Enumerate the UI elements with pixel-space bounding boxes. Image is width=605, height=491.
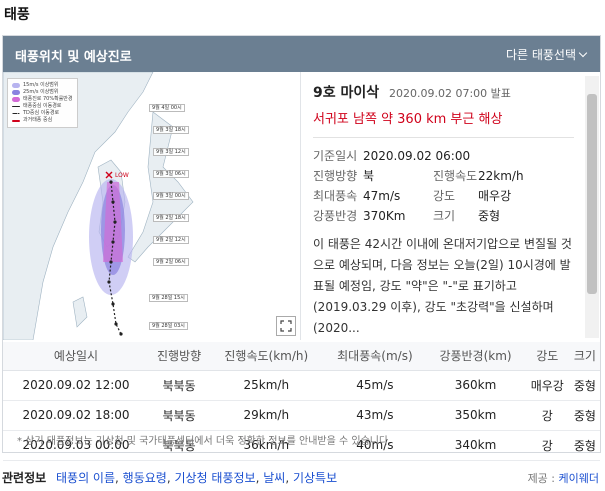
info-row-wind: 최대풍속 47m/s 강도 매우강 xyxy=(313,189,512,203)
expand-icon xyxy=(280,320,292,332)
table-cell: 2020.09.02 18:00 xyxy=(3,400,149,431)
column-header: 예상일시 xyxy=(3,342,149,371)
other-typhoon-select-label: 다른 태풍선택 xyxy=(505,48,576,62)
info-row-radius: 강풍반경 370Km 크기 중형 xyxy=(313,209,501,223)
table-cell: 중형 xyxy=(569,370,600,401)
related-label: 관련정보 xyxy=(2,471,47,485)
related-link-action-guide[interactable]: 행동요령 xyxy=(123,471,167,485)
table-cell: 350km xyxy=(426,400,525,431)
table-row: 2020.09.02 12:00 북북동 25km/h 45m/s 360km … xyxy=(3,370,600,401)
low-label: LOW xyxy=(115,172,129,179)
typhoon-map[interactable]: LOW 15m/s 이상범위 25m/s 이상범위 태풍진로 70%확률반경 태… xyxy=(3,72,301,340)
map-label: 9월 2일 18시 xyxy=(153,214,189,222)
column-header: 진행속도(km/h) xyxy=(209,342,324,371)
scrollbar-thumb[interactable] xyxy=(587,94,597,294)
related-link-kma-typhoon[interactable]: 기상청 태풍정보 xyxy=(174,471,255,485)
storm-name: 9호 마이삭 xyxy=(313,85,380,101)
column-header: 강도 xyxy=(524,342,570,371)
storm-location: 서귀포 남쪽 약 360 km 부근 해상 xyxy=(313,112,503,127)
table-cell: 2020.09.02 12:00 xyxy=(3,370,149,401)
related-info: 관련정보 태풍의 이름, 행동요령, 기상청 태풍정보, 날씨, 기상특보 xyxy=(2,471,338,485)
source-link[interactable]: 케이웨더 xyxy=(559,472,599,485)
map-label: 9월 28일 03시 xyxy=(149,322,188,330)
map-label: 9월 3일 12시 xyxy=(153,148,189,156)
table-cell: 북북동 xyxy=(148,370,210,401)
legend-item: 태풍중심 이동경로 xyxy=(12,103,73,110)
page-title: 태풍 xyxy=(4,7,30,23)
legend-item: TD중심 이동경로 xyxy=(12,110,73,117)
legend-item: 15m/s 이상범위 xyxy=(12,82,73,89)
storm-info: 9호 마이삭 2020.09.02 07:00 발표 서귀포 남쪽 약 360 … xyxy=(303,72,584,340)
related-link-typhoon-names[interactable]: 태풍의 이름 xyxy=(56,471,115,485)
map-legend: 15m/s 이상범위 25m/s 이상범위 태풍진로 70%확률반경 태풍중심 … xyxy=(7,78,78,128)
table-cell: 45m/s xyxy=(323,370,427,401)
info-row-direction: 진행방향 북 진행속도 22km/h xyxy=(313,169,524,183)
related-link-warnings[interactable]: 기상특보 xyxy=(293,471,337,485)
table-cell: 중형 xyxy=(569,400,600,431)
typhoon-card: 태풍위치 및 예상진로 다른 태풍선택 LOW 15m/s 이상범위 25m/s… xyxy=(2,35,601,461)
table-cell: 매우강 xyxy=(524,370,570,401)
chevron-down-icon xyxy=(578,48,588,58)
legend-item: 과거태풍 중심 xyxy=(12,117,73,124)
source-credit: 제공 : 케이웨더 xyxy=(528,470,599,486)
card-title: 태풍위치 및 예상진로 xyxy=(15,50,132,65)
map-label: 9월 3일 00시 xyxy=(153,192,189,200)
table-cell: 360km xyxy=(426,370,525,401)
table-cell: 중형 xyxy=(569,430,600,461)
expand-map-button[interactable] xyxy=(276,316,296,336)
map-label: 9월 28일 15시 xyxy=(149,294,188,302)
footnote: * 상기 태풍정보는 기상청 및 국가태풍센터에서 더욱 정확한 정보를 안내받… xyxy=(17,436,392,447)
column-header: 진행방향 xyxy=(148,342,210,371)
column-header: 크기 xyxy=(569,342,600,371)
map-label: 9월 3일 06시 xyxy=(153,170,189,178)
table-cell: 강 xyxy=(524,430,570,461)
table-row: 2020.09.02 18:00 북북동 29km/h 43m/s 350km … xyxy=(3,400,600,431)
storm-issued-time: 2020.09.02 07:00 발표 xyxy=(388,87,511,100)
related-link-weather[interactable]: 날씨 xyxy=(263,471,285,485)
card-header: 태풍위치 및 예상진로 다른 태풍선택 xyxy=(3,36,600,72)
column-header: 최대풍속(m/s) xyxy=(323,342,427,371)
info-row-base-time: 기준일시 2020.09.02 06:00 xyxy=(313,149,471,163)
table-cell: 25km/h xyxy=(209,370,324,401)
legend-item: 25m/s 이상범위 xyxy=(12,89,73,96)
map-label: 9월 3일 18시 xyxy=(153,126,189,134)
land-taiwan xyxy=(72,296,88,328)
table-header-row: 예상일시 진행방향 진행속도(km/h) 최대풍속(m/s) 강풍반경(km) … xyxy=(3,342,600,371)
storm-description: 이 태풍은 42시간 이내에 온대저기압으로 변질될 것으로 예상되며, 다음 … xyxy=(313,237,572,335)
column-header: 강풍반경(km) xyxy=(426,342,525,371)
divider xyxy=(313,137,574,138)
table-cell: 43m/s xyxy=(323,400,427,431)
legend-item: 태풍진로 70%확률반경 xyxy=(12,96,73,103)
table-cell: 29km/h xyxy=(209,400,324,431)
table-cell: 강 xyxy=(524,400,570,431)
map-label: 9월 2일 06시 xyxy=(153,258,189,266)
info-scrollbar[interactable] xyxy=(585,76,599,338)
other-typhoon-select[interactable]: 다른 태풍선택 xyxy=(505,46,588,63)
map-label: 9월 2일 12시 xyxy=(153,236,189,244)
table-cell: 340km xyxy=(426,430,525,461)
table-cell: 북북동 xyxy=(148,400,210,431)
map-label: 9월 4일 00시 xyxy=(149,104,185,112)
source-label: 제공 : xyxy=(527,472,559,485)
